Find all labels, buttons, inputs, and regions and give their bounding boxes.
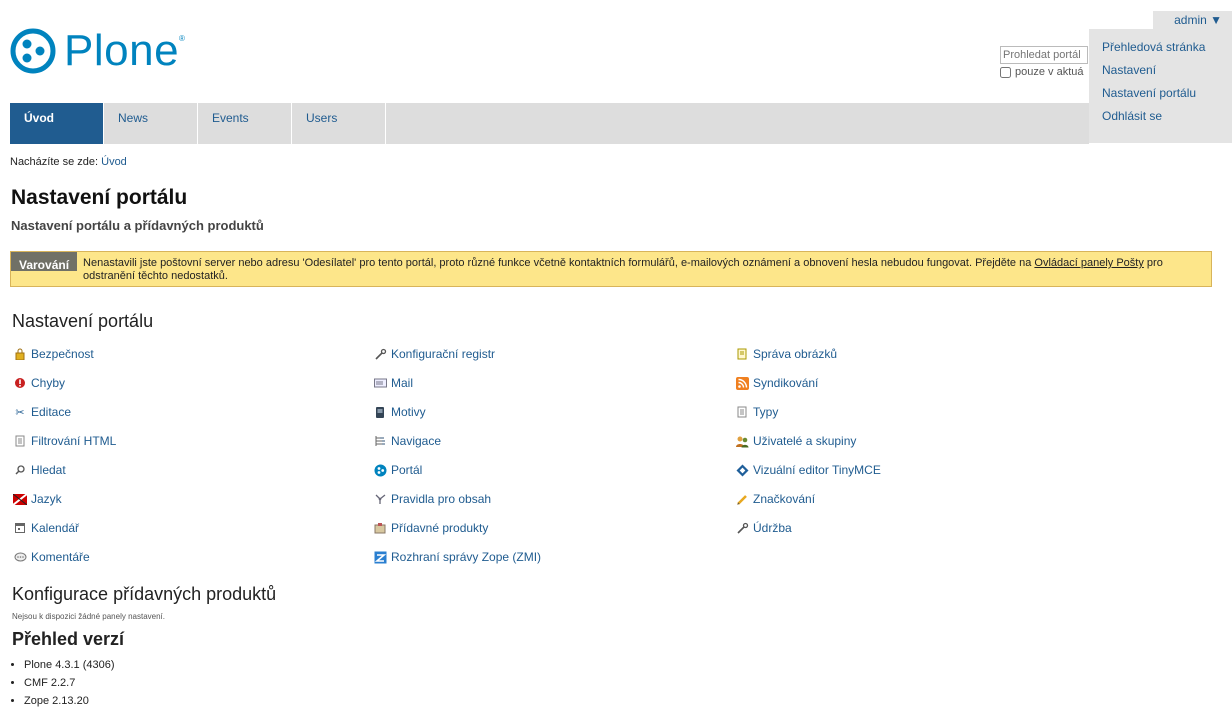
mail-icon: [373, 376, 387, 390]
tab-users[interactable]: Users: [292, 103, 386, 144]
wrench-icon: [735, 521, 749, 535]
theme-icon: [373, 405, 387, 419]
addons-heading: Konfigurace přídavných produktů: [12, 584, 277, 604]
zope-icon: [373, 550, 387, 564]
wrench-icon: [373, 347, 387, 361]
cp-site[interactable]: Portál: [373, 463, 422, 477]
user-menu-dropdown: Přehledová stránka Nastavení Nastavení p…: [1089, 29, 1232, 143]
cp-content-rules[interactable]: Pravidla pro obsah: [373, 492, 491, 506]
tab-news[interactable]: News: [104, 103, 198, 144]
calendar-icon: [13, 521, 27, 535]
error-icon: [13, 376, 27, 390]
cp-navigation[interactable]: Navigace: [373, 434, 441, 448]
cp-search[interactable]: Hledat: [13, 463, 66, 477]
user-menu-preferences[interactable]: Nastavení: [1102, 59, 1232, 82]
warning-text: Nenastavili jste poštovní server nebo ad…: [83, 257, 1163, 282]
tab-events[interactable]: Events: [198, 103, 292, 144]
addons-note: Nejsou k dispozici žádné panely nastaven…: [12, 612, 165, 621]
tinymce-icon: [735, 463, 749, 477]
warning-message: Varování Nenastavili jste poštovní serve…: [10, 251, 1212, 287]
language-flag-icon: [13, 492, 27, 506]
page-title: Nastavení portálu: [11, 186, 188, 209]
lock-icon: [13, 347, 27, 361]
cp-errors[interactable]: Chyby: [13, 376, 65, 390]
cp-maintenance[interactable]: Údržba: [735, 521, 792, 535]
plone-logo-icon: [373, 463, 387, 477]
users-icon: [735, 434, 749, 448]
cp-language[interactable]: Jazyk: [13, 492, 62, 506]
rss-icon: [735, 376, 749, 390]
versions-heading: Přehled verzí: [12, 629, 125, 649]
cp-types[interactable]: Typy: [735, 405, 778, 419]
user-menu-logout[interactable]: Odhlásit se: [1102, 105, 1232, 128]
navigation-icon: [373, 434, 387, 448]
addons-icon: [373, 521, 387, 535]
cp-syndication[interactable]: Syndikování: [735, 376, 818, 390]
cp-tinymce[interactable]: Vizuální editor TinyMCE: [735, 463, 881, 477]
search-box: pouze v aktuá: [1000, 46, 1088, 78]
global-navigation: Úvod News Events Users: [10, 103, 1089, 144]
breadcrumb-prefix: Nacházíte se zde:: [10, 156, 99, 168]
scissors-icon: ✂: [15, 406, 25, 419]
logo-text: Plone®: [64, 26, 186, 75]
list-item: Plone 4.3.1 (4306): [24, 656, 115, 674]
cp-html-filtering[interactable]: Filtrování HTML: [13, 434, 116, 448]
tab-home[interactable]: Úvod: [10, 103, 104, 144]
search-scope-label: pouze v aktuá: [1015, 66, 1084, 78]
cp-addons[interactable]: Přídavné produkty: [373, 521, 488, 535]
cp-tagging[interactable]: Značkování: [735, 492, 815, 506]
cp-comments[interactable]: Komentáře: [13, 550, 90, 564]
search-scope-option[interactable]: pouze v aktuá: [1000, 66, 1088, 78]
list-item: CMF 2.2.7: [24, 674, 115, 692]
cp-calendar[interactable]: Kalendář: [13, 521, 79, 535]
list-item: Zope 2.13.20: [24, 692, 115, 710]
search-scope-checkbox[interactable]: [1000, 66, 1011, 78]
breadcrumb-home-link[interactable]: Úvod: [101, 156, 127, 168]
cp-image-handling[interactable]: Správa obrázků: [735, 347, 837, 361]
pencil-icon: [735, 492, 749, 506]
cp-mail[interactable]: Mail: [373, 376, 413, 390]
mail-settings-link[interactable]: Ovládací panely Pošty: [1034, 257, 1143, 269]
plone-logo-icon: [10, 28, 56, 74]
search-icon: [13, 463, 27, 477]
cp-editing[interactable]: ✂ Editace: [13, 405, 71, 419]
comment-icon: [13, 550, 27, 564]
warning-tag: Varování: [11, 252, 78, 272]
user-menu-button[interactable]: admin ▼: [1153, 11, 1232, 29]
user-menu-site-setup[interactable]: Nastavení portálu: [1102, 82, 1232, 105]
types-icon: [735, 405, 749, 419]
cp-configuration-registry[interactable]: Konfigurační registr: [373, 347, 495, 361]
plone-logo[interactable]: Plone®: [10, 28, 185, 74]
cp-security[interactable]: Bezpečnost: [13, 347, 94, 361]
page-subtitle: Nastavení portálu a přídavných produktů: [11, 218, 264, 233]
document-icon: [13, 434, 27, 448]
cp-themes[interactable]: Motivy: [373, 405, 426, 419]
versions-list: Plone 4.3.1 (4306) CMF 2.2.7 Zope 2.13.2…: [12, 656, 115, 710]
image-icon: [735, 347, 749, 361]
rules-icon: [373, 492, 387, 506]
cp-users-groups[interactable]: Uživatelé a skupiny: [735, 434, 856, 448]
user-menu-dashboard[interactable]: Přehledová stránka: [1102, 36, 1232, 59]
search-input[interactable]: [1000, 46, 1088, 64]
breadcrumb: Nacházíte se zde: Úvod: [10, 156, 127, 168]
settings-heading: Nastavení portálu: [12, 311, 154, 331]
cp-zmi[interactable]: Rozhraní správy Zope (ZMI): [373, 550, 541, 564]
